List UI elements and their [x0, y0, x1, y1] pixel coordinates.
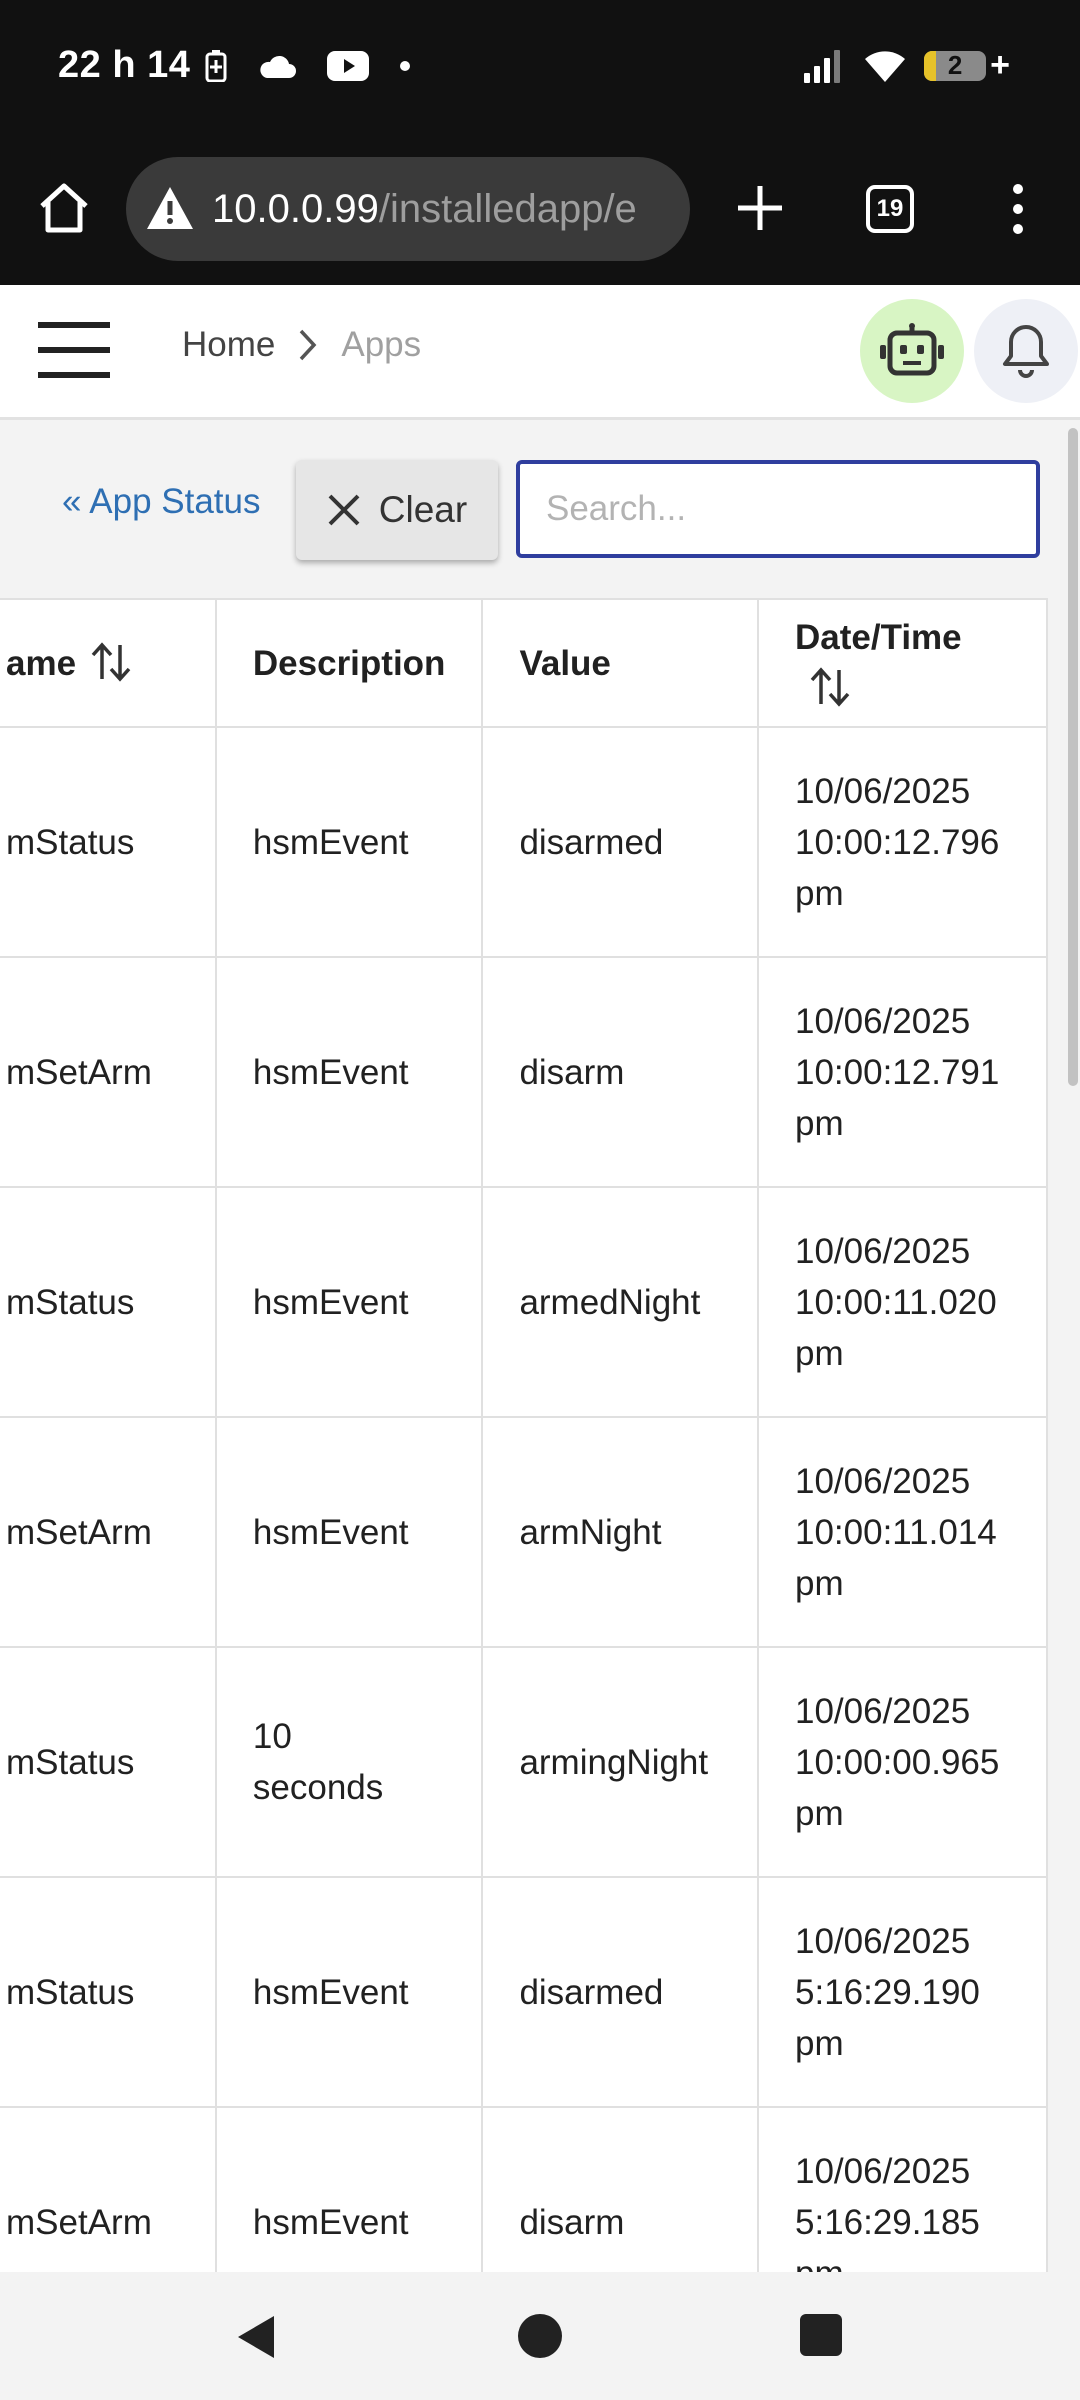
home-icon[interactable] — [34, 178, 94, 238]
breadcrumb: Home Apps — [182, 325, 421, 365]
notifications-button[interactable] — [974, 299, 1078, 403]
cell-datetime: 10/06/2025 10:00:11.014 pm — [757, 1416, 1048, 1648]
recents-icon[interactable] — [800, 2314, 842, 2356]
cell-description: 10 seconds — [214, 1646, 484, 1878]
app-status-link[interactable]: « App Status — [62, 482, 260, 522]
bell-icon — [1003, 325, 1049, 378]
cell-description: hsmEvent — [214, 726, 484, 958]
cell-name: mStatus — [0, 1646, 217, 1878]
cell-datetime: 10/06/2025 10:00:11.020 pm — [757, 1186, 1048, 1418]
cell-datetime: 10/06/2025 10:00:00.965 pm — [757, 1646, 1048, 1878]
scrollbar-thumb[interactable] — [1068, 428, 1078, 1086]
close-icon — [328, 494, 360, 526]
search-input[interactable] — [516, 460, 1040, 558]
system-icons: 2 + — [802, 46, 1010, 85]
new-tab-icon[interactable] — [730, 178, 790, 238]
column-header-value: Value — [481, 598, 759, 728]
battery-icon: 2 + — [924, 46, 1010, 85]
column-header-name-label: ame — [6, 643, 77, 683]
charging-plus-icon: + — [990, 46, 1010, 84]
sort-icon[interactable] — [809, 666, 851, 708]
cell-name: mStatus — [0, 1186, 217, 1418]
status-bar: 22 h 14 2 + — [0, 0, 1080, 135]
hamburger-menu-icon[interactable] — [36, 319, 112, 381]
table-row[interactable]: mSetArm hsmEvent disarm 10/06/2025 5:16:29.… — [0, 2106, 1048, 2272]
breadcrumb-home[interactable]: Home — [182, 325, 275, 365]
more-vert-icon[interactable] — [1000, 179, 1036, 239]
tab-switcher-button[interactable]: 19 — [866, 185, 914, 233]
column-header-name[interactable]: ame — [0, 598, 217, 728]
column-header-datetime[interactable]: Date/Time — [757, 598, 1048, 728]
column-header-description: Description — [214, 598, 484, 728]
assistant-button[interactable] — [860, 299, 964, 403]
events-table: ame Description Value Date/Time mStatus h… — [0, 598, 1048, 2272]
home-nav-icon[interactable] — [518, 2314, 562, 2358]
table-body: mStatus hsmEvent disarmed 10/06/2025 10:00:… — [0, 726, 1048, 2272]
cell-value: disarmed — [481, 726, 759, 958]
system-nav-bar — [0, 2272, 1080, 2400]
cell-datetime: 10/06/2025 10:00:12.791 pm — [757, 956, 1048, 1188]
status-time: 22 h 14 — [58, 44, 191, 86]
table-row[interactable]: mSetArm hsmEvent disarm 10/06/2025 10:00:12… — [0, 956, 1048, 1188]
table-row[interactable]: mStatus hsmEvent disarmed 10/06/2025 5:16:2… — [0, 1876, 1048, 2108]
not-secure-warning-icon[interactable] — [144, 183, 196, 235]
cell-value: armingNight — [481, 1646, 759, 1878]
app-header: Home Apps — [0, 285, 1080, 420]
url-path: /installedapp/e — [378, 186, 637, 231]
dot-icon — [400, 61, 410, 71]
cell-description: hsmEvent — [214, 1186, 484, 1418]
cell-datetime: 10/06/2025 5:16:29.190 pm — [757, 1876, 1048, 2108]
cell-name: mStatus — [0, 1876, 217, 2108]
clear-button[interactable]: Clear — [296, 460, 498, 560]
cell-value: disarm — [481, 956, 759, 1188]
url-text[interactable]: 10.0.0.99/installedapp/e — [212, 187, 637, 232]
breadcrumb-apps[interactable]: Apps — [341, 325, 421, 365]
url-host: 10.0.0.99 — [212, 186, 379, 231]
cell-name: mSetArm — [0, 956, 217, 1188]
back-icon[interactable] — [234, 2312, 280, 2362]
cell-description: hsmEvent — [214, 956, 484, 1188]
chevron-right-icon — [300, 329, 317, 361]
wifi-icon — [865, 50, 906, 82]
table-header-row: ame Description Value Date/Time — [0, 598, 1048, 728]
browser-toolbar: 10.0.0.99/installedapp/e 19 — [0, 135, 1080, 285]
cell-description: hsmEvent — [214, 2106, 484, 2272]
table-row[interactable]: mStatus 10 seconds armingNight 10/06/2025 1… — [0, 1646, 1048, 1878]
cell-datetime: 10/06/2025 10:00:12.796 pm — [757, 726, 1048, 958]
column-header-datetime-label: Date/Time — [795, 618, 962, 657]
cell-description: hsmEvent — [214, 1876, 484, 2108]
cell-value: armedNight — [481, 1186, 759, 1418]
address-bar[interactable]: 10.0.0.99/installedapp/e — [126, 157, 690, 261]
battery-level: 2 — [947, 50, 963, 81]
notification-icons — [205, 50, 411, 82]
tab-count: 19 — [876, 195, 904, 222]
youtube-icon — [327, 51, 369, 81]
clear-label: Clear — [378, 489, 468, 530]
cell-name: mSetArm — [0, 2106, 217, 2272]
table-row[interactable]: mStatus hsmEvent armedNight 10/06/2025 10:0… — [0, 1186, 1048, 1418]
signal-icon — [804, 49, 841, 83]
table-row[interactable]: mStatus hsmEvent disarmed 10/06/2025 10:00:… — [0, 726, 1048, 958]
table-row[interactable]: mSetArm hsmEvent armNight 10/06/2025 10:00:… — [0, 1416, 1048, 1648]
cell-name: mSetArm — [0, 1416, 217, 1648]
cell-value: disarmed — [481, 1876, 759, 2108]
main-content: « App Status Clear ame Description Value… — [0, 420, 1080, 2272]
cell-description: hsmEvent — [214, 1416, 484, 1648]
battery-saver-icon — [205, 50, 227, 82]
cell-name: mStatus — [0, 726, 217, 958]
robot-icon — [880, 323, 944, 376]
cell-value: disarm — [481, 2106, 759, 2272]
cell-datetime: 10/06/2025 5:16:29.185 pm — [757, 2106, 1048, 2272]
cloud-icon — [260, 55, 296, 78]
sort-icon[interactable] — [90, 641, 132, 683]
cell-value: armNight — [481, 1416, 759, 1648]
